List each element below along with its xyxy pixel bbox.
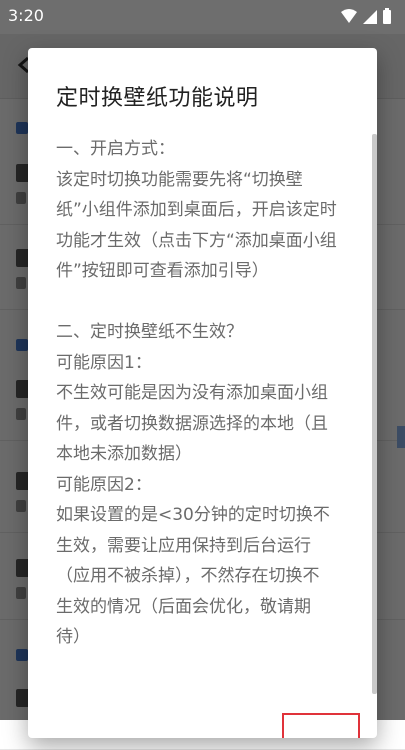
body-line: 该定时切换功能需要先将“切换壁 <box>56 169 303 190</box>
body-line: 可能原因1： <box>56 352 152 373</box>
body-line: 不生效可能是因为没有添加桌面小组 <box>56 383 328 403</box>
primary-action-button[interactable] <box>282 713 360 738</box>
body-line: 件”按钮即可查看添加引导） <box>56 261 269 281</box>
dialog-actions <box>28 710 377 738</box>
body-line: 可能原因2： <box>56 474 152 495</box>
body-line: 二、定时换壁纸不生效？ <box>56 322 243 342</box>
info-dialog: 定时换壁纸功能说明 一、开启方式： 该定时切换功能需要先将“切换壁 纸”小组件添… <box>28 48 377 738</box>
body-line: （应用不被杀掉），不然存在切换不 <box>56 566 320 586</box>
status-icons <box>339 8 395 26</box>
signal-icon <box>363 10 377 24</box>
dialog-scrollbar[interactable] <box>372 134 377 694</box>
dialog-title: 定时换壁纸功能说明 <box>56 86 259 111</box>
body-line: 待） <box>56 627 90 647</box>
secondary-action-button[interactable] <box>160 718 270 738</box>
status-time: 3:20 <box>8 6 44 25</box>
body-line: 一、开启方式： <box>56 139 175 159</box>
body-line: 生效的情况（后面会优化，敬请期 <box>56 596 311 617</box>
body-line: 件，或者切换数据源选择的本地（且 <box>56 413 328 434</box>
wifi-icon <box>341 9 357 23</box>
body-line: 生效，需要让应用保持到后台运行 <box>56 535 311 556</box>
dialog-body[interactable]: 一、开启方式： 该定时切换功能需要先将“切换壁 纸”小组件添加到桌面后，开启该定… <box>56 134 364 653</box>
status-bar: 3:20 <box>0 0 405 34</box>
battery-icon <box>383 8 391 24</box>
body-line: 如果设置的是<30分钟的定时切换不 <box>56 505 330 525</box>
body-line: 本地未添加数据） <box>56 444 192 464</box>
body-line: 纸”小组件添加到桌面后，开启该定时 <box>56 200 337 220</box>
body-line: 功能才生效（点击下方“添加桌面小组 <box>56 230 337 251</box>
